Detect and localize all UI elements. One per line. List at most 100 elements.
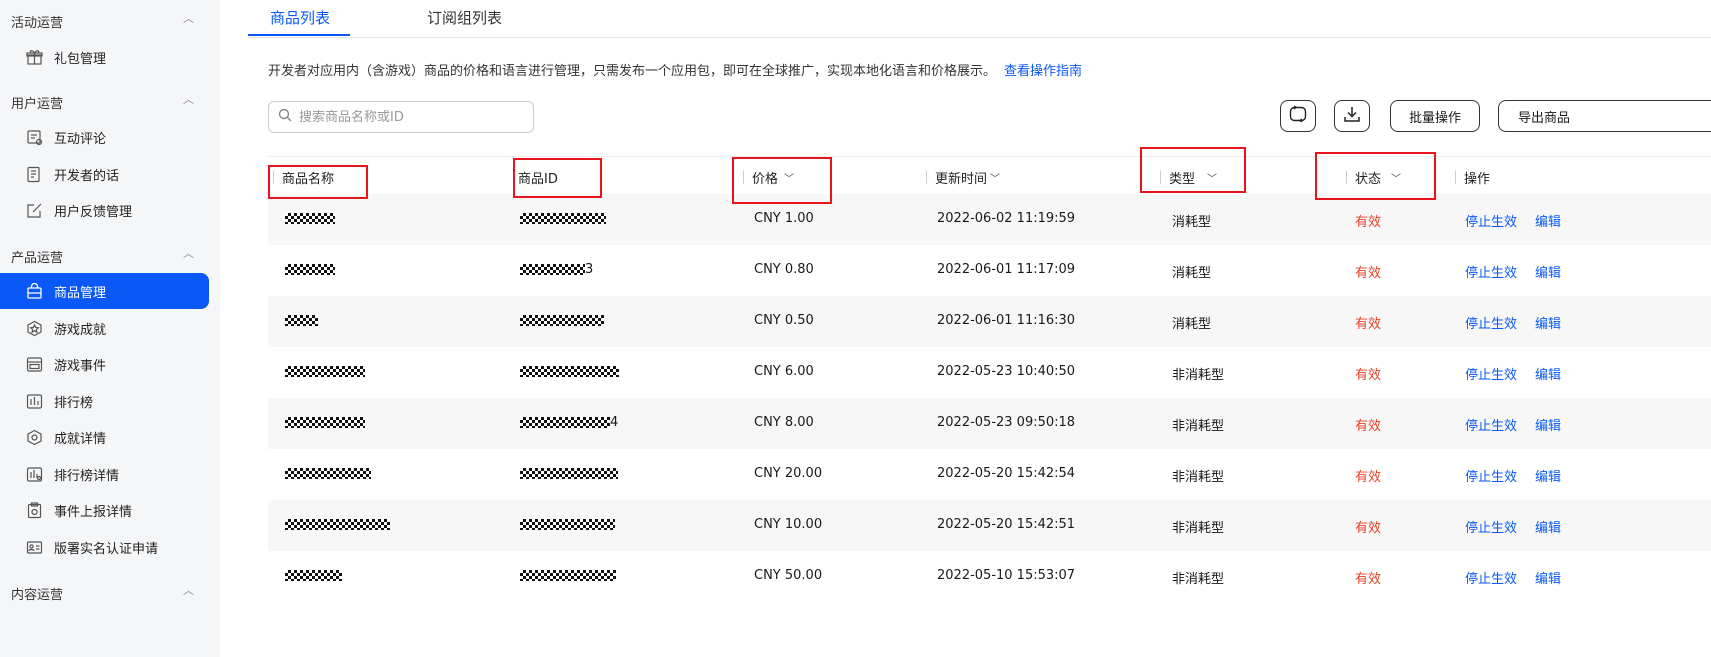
edit-icon: [25, 201, 43, 219]
download-button[interactable]: [1334, 100, 1370, 132]
edit-button[interactable]: 编辑: [1535, 517, 1561, 536]
nav-item-product-management[interactable]: 商品管理: [0, 273, 209, 309]
table-row: CNY 50.00 2022-05-10 15:53:07 非消耗型 有效 停止…: [268, 551, 1711, 602]
nav-item-feedback[interactable]: 用户反馈管理: [0, 192, 209, 228]
redacted-name: [285, 468, 371, 479]
price-cell: CNY 10.00: [754, 517, 823, 532]
search-icon: [278, 108, 292, 126]
stop-button[interactable]: 停止生效: [1465, 313, 1517, 332]
column-header-name[interactable]: 商品名称: [273, 168, 334, 187]
price-cell: CNY 1.00: [754, 211, 814, 226]
edit-button[interactable]: 编辑: [1535, 211, 1561, 230]
tab-product-list[interactable]: 商品列表: [270, 7, 330, 28]
column-header-price[interactable]: 价格 ﹀: [743, 168, 794, 187]
redacted-id: [520, 519, 615, 530]
stop-button[interactable]: 停止生效: [1465, 415, 1517, 434]
status-badge: 有效: [1355, 419, 1382, 434]
nav-item-label: 开发者的话: [54, 168, 120, 184]
nav-item-comments[interactable]: 互动评论: [0, 119, 209, 155]
chevron-up-icon[interactable]: ︿: [183, 245, 194, 261]
nav-group-products[interactable]: 产品运营 ︿: [11, 247, 194, 266]
nav-group-users[interactable]: 用户运营 ︿: [11, 93, 194, 112]
table-row: CNY 20.00 2022-05-20 15:42:54 非消耗型 有效 停止…: [268, 449, 1711, 500]
chevron-up-icon[interactable]: ︿: [183, 10, 194, 26]
guide-link[interactable]: 查看操作指南: [1004, 64, 1082, 79]
nav-item-achievement-details[interactable]: 成就详情: [0, 419, 209, 455]
chevron-down-icon[interactable]: ﹀: [784, 170, 794, 185]
active-tab-indicator: [248, 34, 350, 36]
edit-button[interactable]: 编辑: [1535, 415, 1561, 434]
nav-group-activity[interactable]: 活动运营 ︿: [11, 12, 194, 31]
table-row: 4 CNY 8.00 2022-05-23 09:50:18 非消耗型 有效 停…: [268, 398, 1711, 449]
edit-button[interactable]: 编辑: [1535, 262, 1561, 281]
nav-item-leaderboard-details[interactable]: 排行榜详情: [0, 456, 209, 492]
stop-button[interactable]: 停止生效: [1465, 211, 1517, 230]
comment-icon: [25, 128, 43, 146]
nav-group-label: 内容运营: [11, 588, 64, 603]
stop-button[interactable]: 停止生效: [1465, 517, 1517, 536]
updated-cell: 2022-05-10 15:53:07: [937, 568, 1076, 583]
nav-item-realname-auth[interactable]: 版署实名认证申请: [0, 529, 209, 565]
updated-cell: 2022-05-20 15:42:54: [937, 466, 1076, 481]
redacted-id: [520, 213, 606, 224]
main-content: 商品列表 订阅组列表 开发者对应用内（含游戏）商品的价格和语言进行管理，只需发布…: [220, 0, 1711, 657]
nav-item-label: 版署实名认证申请: [54, 541, 159, 557]
stop-button[interactable]: 停止生效: [1465, 466, 1517, 485]
table-row: CNY 10.00 2022-05-20 15:42:51 非消耗型 有效 停止…: [268, 500, 1711, 551]
nav-item-event-report[interactable]: 事件上报详情: [0, 492, 209, 528]
price-cell: CNY 20.00: [754, 466, 823, 481]
edit-button[interactable]: 编辑: [1535, 466, 1561, 485]
chevron-down-icon[interactable]: ﹀: [1391, 170, 1401, 185]
column-label: 更新时间: [935, 172, 988, 187]
table-row: 3 CNY 0.80 2022-06-01 11:17:09 消耗型 有效 停止…: [268, 245, 1711, 296]
updated-cell: 2022-06-01 11:17:09: [937, 262, 1076, 277]
redacted-id: [520, 264, 585, 275]
redacted-id: [520, 570, 616, 581]
chevron-up-icon[interactable]: ︿: [183, 582, 194, 598]
nav-item-leaderboard[interactable]: 排行榜: [0, 383, 209, 419]
nav-group-content[interactable]: 内容运营 ︿: [11, 584, 194, 603]
column-separator: [273, 171, 274, 184]
chevron-up-icon[interactable]: ︿: [183, 91, 194, 107]
stop-button[interactable]: 停止生效: [1465, 364, 1517, 383]
redacted-id: [520, 417, 610, 428]
edit-button[interactable]: 编辑: [1535, 364, 1561, 383]
edit-button[interactable]: 编辑: [1535, 313, 1561, 332]
nav-item-label: 游戏事件: [54, 358, 107, 374]
stop-button[interactable]: 停止生效: [1465, 568, 1517, 587]
badge-icon: [25, 319, 43, 337]
chevron-down-icon[interactable]: ﹀: [1207, 170, 1217, 185]
column-header-status[interactable]: 状态 ﹀: [1346, 168, 1401, 187]
column-header-updated[interactable]: 更新时间 ﹀: [926, 168, 1000, 187]
nav-item-achievements[interactable]: 游戏成就: [0, 310, 209, 346]
nav-item-label: 礼包管理: [54, 51, 107, 67]
chevron-down-icon[interactable]: ﹀: [990, 170, 1000, 185]
column-header-type[interactable]: 类型 ﹀: [1160, 168, 1217, 187]
column-header-id[interactable]: 商品ID: [518, 168, 558, 187]
nav-item-events[interactable]: 游戏事件: [0, 346, 209, 382]
column-separator: [926, 171, 927, 184]
edit-button[interactable]: 编辑: [1535, 568, 1561, 587]
search-input[interactable]: [297, 108, 526, 126]
sidebar: 活动运营 ︿ 礼包管理 用户运营 ︿ 互动评论 开发者的话 用户反馈管理 产品运…: [0, 0, 220, 657]
tab-subscription-groups[interactable]: 订阅组列表: [427, 7, 502, 28]
redacted-name: [285, 570, 342, 581]
batch-operation-button[interactable]: 批量操作: [1390, 100, 1480, 132]
nav-item-label: 成就详情: [54, 431, 107, 447]
column-label: 操作: [1464, 172, 1491, 187]
nav-item-gift[interactable]: 礼包管理: [0, 39, 209, 75]
column-label: 商品ID: [518, 172, 558, 187]
nav-item-developer-words[interactable]: 开发者的话: [0, 156, 209, 192]
stop-button[interactable]: 停止生效: [1465, 262, 1517, 281]
nav-item-label: 游戏成就: [54, 322, 107, 338]
redacted-name: [285, 315, 318, 326]
search-box[interactable]: [268, 101, 534, 133]
column-separator: [1455, 171, 1456, 184]
export-products-button[interactable]: 导出商品: [1498, 100, 1711, 132]
gear-badge-icon: [25, 428, 43, 446]
updated-cell: 2022-06-02 11:19:59: [937, 211, 1076, 226]
refresh-button[interactable]: [1280, 100, 1316, 132]
clipboard-icon: [25, 501, 43, 519]
table-row: CNY 6.00 2022-05-23 10:40:50 非消耗型 有效 停止生…: [268, 347, 1711, 398]
column-label: 价格: [752, 172, 779, 187]
